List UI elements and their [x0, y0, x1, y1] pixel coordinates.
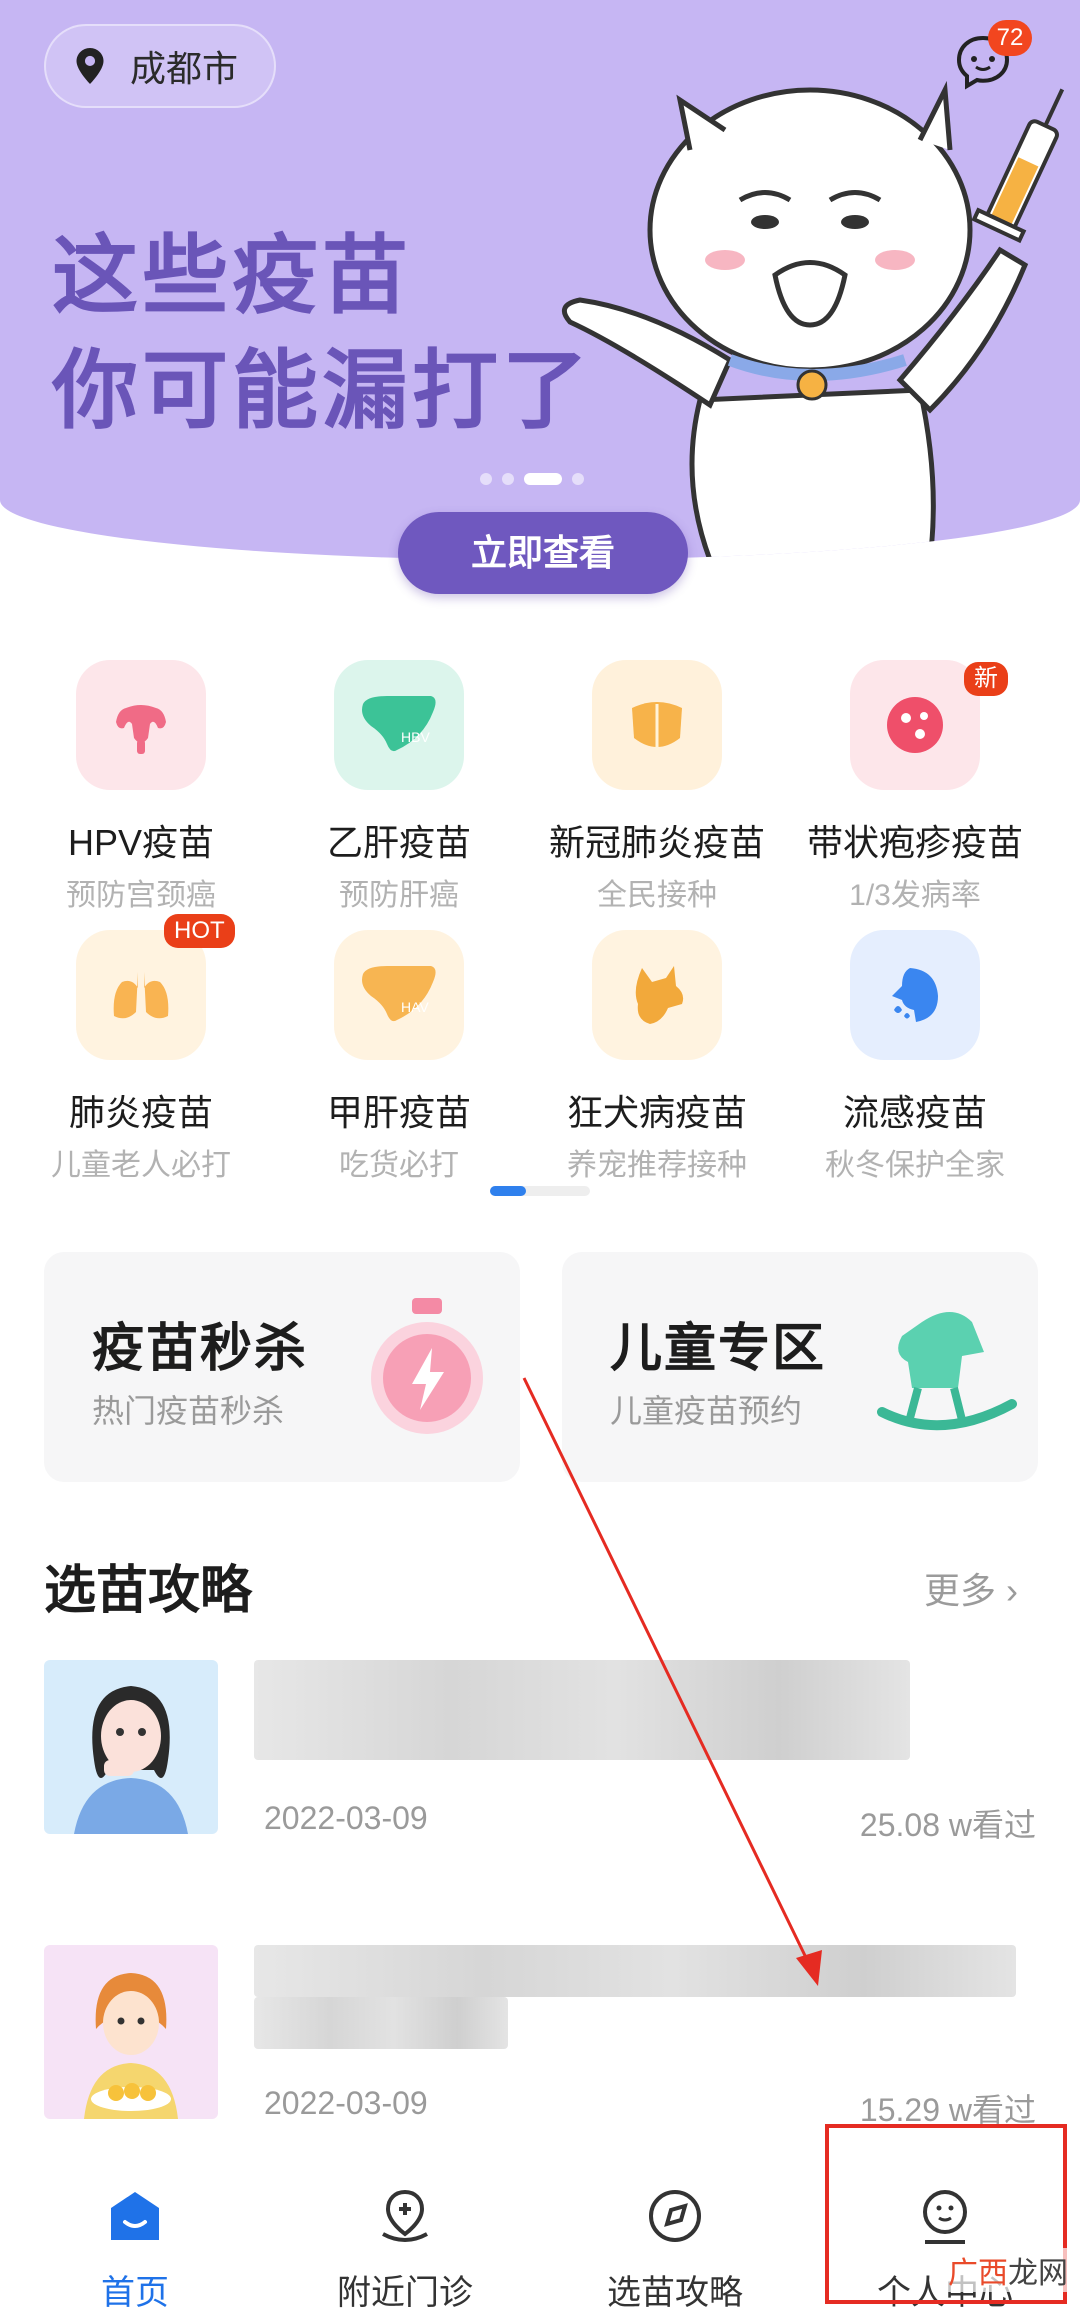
- category-subtitle: 吃货必打: [339, 1149, 459, 1182]
- banner-dot: [572, 473, 584, 485]
- pager-indicator: [490, 1186, 526, 1196]
- tab-guides[interactable]: 选苗攻略: [540, 2140, 810, 2314]
- article-title-redacted: [254, 1945, 1016, 1997]
- chevron-right-icon: ›: [1006, 1570, 1019, 1611]
- flash-sale-card[interactable]: 疫苗秒杀 热门疫苗秒杀: [44, 1252, 520, 1482]
- uterus-icon: [76, 660, 206, 790]
- more-label: 更多: [924, 1570, 997, 1611]
- article-views: 25.08 w看过: [859, 1807, 1036, 1843]
- compass-icon: [649, 2190, 701, 2242]
- tab-home[interactable]: 首页: [0, 2140, 270, 2314]
- sneeze-icon: [850, 930, 980, 1060]
- category-covid[interactable]: 新冠肺炎疫苗 全民接种: [528, 660, 786, 914]
- guides-section-title: 选苗攻略: [44, 1562, 253, 1620]
- dog-icon: [592, 930, 722, 1060]
- location-pin-icon: [76, 48, 104, 84]
- city-name: 成都市: [130, 48, 239, 89]
- tab-label: 选苗攻略: [607, 2274, 743, 2312]
- article-title-redacted: [254, 1997, 508, 2049]
- category-name: HPV疫苗: [67, 822, 215, 863]
- category-name: 新冠肺炎疫苗: [548, 822, 765, 863]
- category-hepatitis-a[interactable]: HAV 甲肝疫苗 吃货必打: [270, 930, 528, 1184]
- category-pager: [490, 1186, 590, 1196]
- lungs-icon: [76, 930, 206, 1060]
- category-name: 狂犬病疫苗: [566, 1092, 747, 1133]
- home-icon: [111, 2192, 159, 2240]
- message-count-badge: 72: [988, 20, 1032, 56]
- category-name: 肺炎疫苗: [68, 1092, 213, 1133]
- category-subtitle: 养宠推荐接种: [567, 1149, 747, 1182]
- liver-hbv-icon: HBV: [334, 660, 464, 790]
- article-item[interactable]: 2022-03-09 15.29 w看过: [44, 1945, 1036, 2128]
- category-name: 流感疫苗: [842, 1092, 987, 1133]
- banner-dot-active: [524, 473, 562, 485]
- watermark-site: 龙网: [1008, 2257, 1068, 2290]
- kids-zone-subtitle: 儿童疫苗预约: [610, 1393, 803, 1429]
- banner-pagination: [480, 473, 584, 485]
- banner-dot: [502, 473, 514, 485]
- category-subtitle: 秋冬保护全家: [825, 1149, 1005, 1182]
- category-pneumonia[interactable]: HOT 肺炎疫苗 儿童老人必打: [12, 914, 270, 1184]
- category-name: 乙肝疫苗: [326, 822, 471, 863]
- virus-icon: [850, 660, 980, 790]
- banner-dot: [480, 473, 492, 485]
- site-watermark: 广西龙网: [948, 2248, 1068, 2292]
- svg-text:HAV: HAV: [401, 999, 429, 1015]
- kids-zone-title: 儿童专区: [610, 1320, 827, 1378]
- category-flu[interactable]: 流感疫苗 秋冬保护全家: [786, 930, 1044, 1184]
- hot-tag: HOT: [164, 914, 235, 948]
- category-hpv[interactable]: HPV疫苗 预防宫颈癌: [12, 660, 270, 914]
- category-hepatitis-b[interactable]: HBV 乙肝疫苗 预防肝癌: [270, 660, 528, 914]
- article-item[interactable]: 2022-03-09 25.08 w看过: [44, 1660, 1036, 1843]
- category-subtitle: 预防宫颈癌: [66, 879, 216, 912]
- hero-banner[interactable]: 成都市 72 这些疫苗 你可能漏打了: [0, 0, 1080, 560]
- new-tag: 新: [964, 662, 1008, 696]
- banner-headline-1: 这些疫苗: [52, 228, 412, 324]
- svg-text:HBV: HBV: [401, 729, 430, 745]
- article-date: 2022-03-09: [264, 1800, 428, 1836]
- mascot-illustration: [561, 80, 1065, 560]
- rocking-horse-icon: [877, 1312, 1017, 1431]
- category-subtitle: 儿童老人必打: [51, 1149, 231, 1182]
- view-now-button[interactable]: 立即查看: [398, 512, 688, 594]
- category-rabies[interactable]: 狂犬病疫苗 养宠推荐接种: [528, 930, 786, 1184]
- flash-sale-subtitle: 热门疫苗秒杀: [92, 1393, 285, 1429]
- map-pin-icon: [382, 2189, 428, 2242]
- more-link[interactable]: 更多 ›: [924, 1562, 1018, 1614]
- mask-icon: [592, 660, 722, 790]
- article-title-redacted: [254, 1660, 910, 1760]
- article-date: 2022-03-09: [264, 2085, 428, 2121]
- liver-hav-icon: HAV: [334, 930, 464, 1060]
- category-subtitle: 预防肝癌: [339, 879, 459, 912]
- flash-sale-title: 疫苗秒杀: [92, 1320, 309, 1378]
- article-thumbnail: [44, 1945, 218, 2119]
- category-shingles[interactable]: 新 带状疱疹疫苗 1/3发病率: [786, 660, 1044, 914]
- article-thumbnail: [44, 1660, 218, 1834]
- tab-nearby-clinics[interactable]: 附近门诊: [270, 2140, 540, 2314]
- kids-zone-card[interactable]: 儿童专区 儿童疫苗预约: [562, 1252, 1038, 1482]
- watermark-brand: 广西: [948, 2257, 1008, 2290]
- category-subtitle: 全民接种: [597, 879, 717, 912]
- city-selector[interactable]: 成都市: [44, 24, 276, 108]
- tab-label: 附近门诊: [337, 2274, 473, 2312]
- banner-headline-2: 你可能漏打了: [52, 343, 592, 439]
- tab-label: 首页: [101, 2274, 169, 2312]
- category-subtitle: 1/3发病率: [849, 879, 981, 912]
- category-name: 甲肝疫苗: [326, 1092, 471, 1133]
- category-name: 带状疱疹疫苗: [806, 822, 1023, 863]
- stopwatch-icon: [371, 1298, 483, 1434]
